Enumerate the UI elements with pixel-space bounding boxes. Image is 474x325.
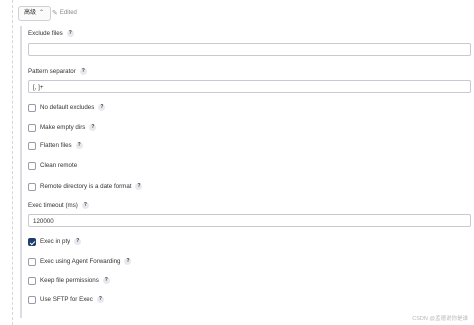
- clean-remote-checkbox[interactable]: [28, 162, 36, 170]
- remote-directory-date-label: Remote directory is a date format ?: [40, 183, 143, 190]
- exclude-files-label: Exclude files ?: [28, 30, 74, 37]
- clean-remote-text: Clean remote: [40, 162, 78, 169]
- help-icon[interactable]: ?: [75, 142, 83, 149]
- exec-agent-forwarding-text: Exec using Agent Forwarding: [40, 258, 121, 265]
- exec-in-pty-checkbox[interactable]: [28, 238, 36, 246]
- watermark: CSDN @孟德说你是谁: [412, 316, 468, 322]
- help-icon[interactable]: ?: [74, 238, 82, 245]
- exec-timeout-label: Exec timeout (ms) ?: [28, 202, 89, 209]
- flatten-files-label: Flatten files ?: [40, 142, 83, 149]
- use-sftp-for-exec-label: Use SFTP for Exec ?: [40, 296, 104, 303]
- pattern-separator-label: Pattern separator ?: [28, 68, 87, 75]
- help-icon[interactable]: ?: [79, 68, 87, 75]
- remote-directory-date-checkbox[interactable]: [28, 183, 36, 191]
- help-icon[interactable]: ?: [89, 124, 97, 131]
- help-icon[interactable]: ?: [96, 296, 104, 303]
- make-empty-dirs-label: Make empty dirs ?: [40, 124, 97, 131]
- advanced-button[interactable]: 高级 ⌃: [18, 6, 52, 21]
- top-bar: 高级 ⌃ ✎ Edited: [0, 0, 474, 26]
- use-sftp-for-exec-text: Use SFTP for Exec: [40, 296, 93, 303]
- pattern-separator-input[interactable]: [, ]+: [28, 80, 471, 93]
- no-default-excludes-text: No default excludes: [40, 104, 95, 111]
- no-default-excludes-checkbox[interactable]: [28, 104, 36, 112]
- make-empty-dirs-text: Make empty dirs: [40, 124, 86, 131]
- help-icon[interactable]: ?: [135, 183, 143, 190]
- exec-agent-forwarding-label: Exec using Agent Forwarding ?: [40, 258, 132, 265]
- help-icon[interactable]: ?: [124, 258, 132, 265]
- use-sftp-for-exec-checkbox[interactable]: [28, 296, 36, 304]
- section-indent-line: [20, 26, 22, 318]
- chevron-up-icon: ⌃: [39, 10, 45, 16]
- help-icon[interactable]: ?: [81, 202, 89, 209]
- keep-file-permissions-text: Keep file permissions: [40, 277, 99, 284]
- exec-timeout-label-text: Exec timeout (ms): [28, 202, 78, 209]
- exec-agent-forwarding-checkbox[interactable]: [28, 258, 36, 266]
- left-rail: [0, 0, 13, 325]
- pencil-icon: ✎: [52, 10, 58, 17]
- pattern-separator-label-text: Pattern separator: [28, 68, 76, 75]
- exclude-files-label-text: Exclude files: [28, 30, 63, 37]
- exec-in-pty-label: Exec in pty ?: [40, 238, 82, 245]
- help-icon[interactable]: ?: [66, 30, 74, 37]
- clean-remote-label: Clean remote: [40, 162, 77, 169]
- remote-directory-date-text: Remote directory is a date format: [40, 183, 132, 190]
- help-icon[interactable]: ?: [102, 277, 110, 284]
- exclude-files-input[interactable]: [28, 43, 471, 56]
- edited-indicator: ✎ Edited: [52, 7, 77, 19]
- exec-in-pty-text: Exec in pty: [40, 238, 71, 245]
- help-icon[interactable]: ?: [98, 104, 106, 111]
- exec-timeout-input[interactable]: 120000: [28, 214, 471, 227]
- flatten-files-checkbox[interactable]: [28, 142, 36, 150]
- keep-file-permissions-label: Keep file permissions ?: [40, 277, 110, 284]
- keep-file-permissions-checkbox[interactable]: [28, 277, 36, 285]
- make-empty-dirs-checkbox[interactable]: [28, 124, 36, 132]
- advanced-label: 高级: [24, 10, 37, 16]
- edited-label: Edited: [59, 10, 77, 16]
- flatten-files-text: Flatten files: [40, 142, 72, 149]
- no-default-excludes-label: No default excludes ?: [40, 104, 106, 111]
